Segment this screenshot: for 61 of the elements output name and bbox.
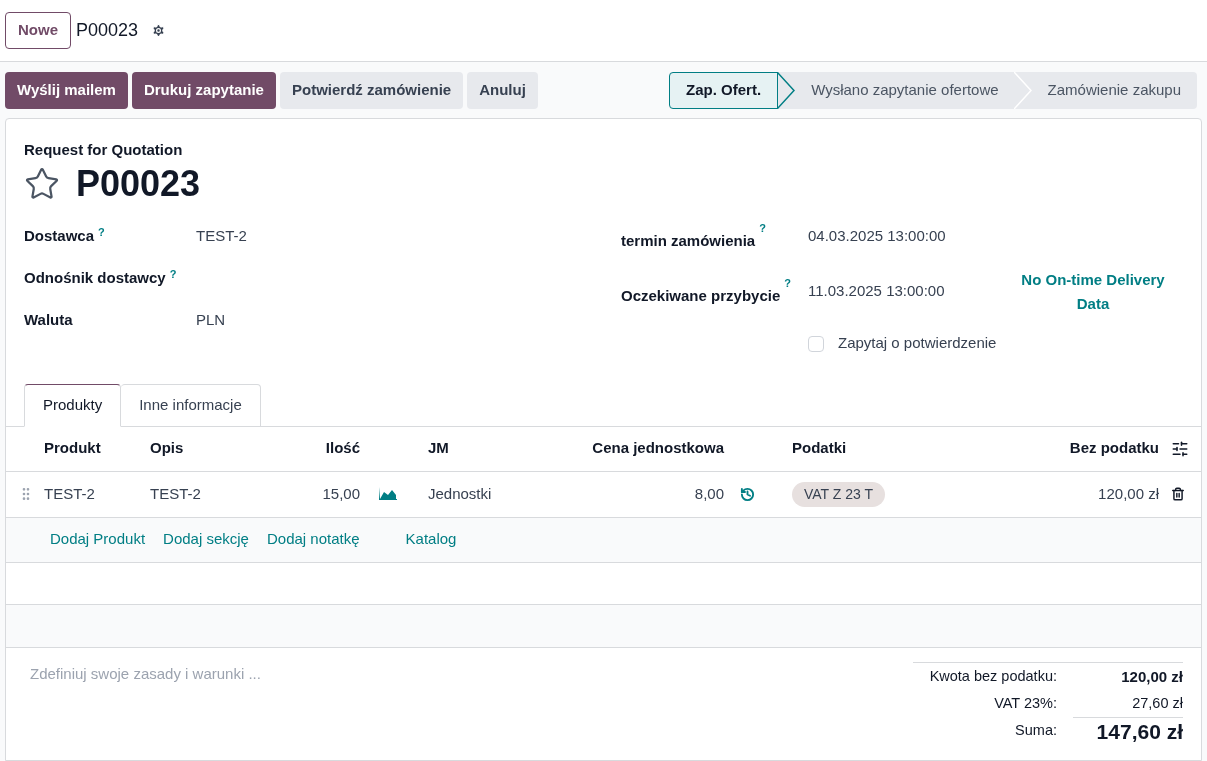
- chevron-separator-icon: [777, 71, 796, 109]
- field-value[interactable]: PLN: [196, 309, 226, 332]
- total-value: 27,60 zł: [1131, 694, 1183, 713]
- column-header[interactable]: Opis: [150, 437, 300, 460]
- field-label: Odnośnik dostawcy: [24, 269, 166, 287]
- field-label: termin zamówienia: [621, 230, 756, 251]
- form-title: P00023: [76, 161, 201, 206]
- delivery-info-link[interactable]: No On-time Delivery Data: [1008, 267, 1178, 316]
- delete-icon[interactable]: [1171, 487, 1185, 501]
- column-header[interactable]: Podatki: [780, 437, 1000, 460]
- table-cell-text: 15,00: [322, 483, 361, 504]
- checkbox-label: Zapytaj o potwierdzenie: [838, 333, 997, 354]
- help-tooltip-mark[interactable]: ?: [759, 222, 766, 234]
- field-value[interactable]: 04.03.2025 13:00:00: [808, 225, 988, 248]
- field-label: Oczekiwane przybycie: [621, 285, 781, 306]
- total-label: Kwota bez podatku:: [928, 666, 1058, 686]
- table-cell-text: Jednostki: [427, 483, 493, 504]
- add-line-link[interactable]: Katalog: [405, 528, 457, 551]
- form-subtitle: Request for Quotation: [24, 140, 184, 160]
- table-cell-text: 120,00 zł: [1098, 483, 1160, 504]
- total-label: Suma:: [1014, 721, 1058, 741]
- chevron-separator-icon: [1013, 71, 1032, 109]
- tax-tag[interactable]: VAT Z 23 T: [792, 481, 885, 507]
- field-value[interactable]: TEST-2: [196, 225, 247, 248]
- column-header[interactable]: Cena jednostkowa: [592, 437, 728, 460]
- terms-field[interactable]: Zdefiniuj swoje zasady i warunki ...: [30, 661, 530, 686]
- help-tooltip-mark[interactable]: ?: [98, 225, 105, 238]
- history-icon[interactable]: [740, 486, 755, 502]
- table-cell-text: 8,00: [694, 483, 725, 504]
- help-tooltip-mark[interactable]: ?: [784, 277, 791, 289]
- field-label: Waluta: [24, 311, 73, 329]
- add-line-link[interactable]: Dodaj Produkt: [50, 528, 146, 551]
- stage-step[interactable]: Zamówienie zakupu: [1031, 71, 1197, 109]
- action-button[interactable]: Wyślij mailem: [5, 71, 128, 109]
- new-button[interactable]: Nowe: [5, 12, 71, 49]
- field-label: Dostawca: [24, 227, 95, 245]
- total-label: VAT 23%:: [993, 694, 1058, 713]
- help-tooltip-mark[interactable]: ?: [169, 267, 177, 280]
- table-cell-text: TEST-2: [150, 483, 202, 504]
- column-settings-icon[interactable]: [1171, 439, 1189, 458]
- column-header[interactable]: Produkt: [44, 437, 150, 460]
- record-name: P00023: [76, 19, 139, 42]
- column-header[interactable]: Ilość: [325, 437, 364, 460]
- star-icon[interactable]: [24, 165, 60, 202]
- total-value: 120,00 zł: [1120, 666, 1183, 687]
- settings-icon[interactable]: [151, 23, 167, 38]
- add-line-link[interactable]: Dodaj sekcję: [163, 528, 249, 551]
- column-header[interactable]: Bez podatku: [1069, 437, 1163, 460]
- action-button[interactable]: Anuluj: [467, 71, 538, 109]
- stage-step[interactable]: Wysłano zapytanie ofertowe: [795, 71, 1015, 109]
- action-button[interactable]: Drukuj zapytanie: [131, 71, 276, 109]
- add-line-link[interactable]: Dodaj notatkę: [266, 528, 360, 551]
- stage-step[interactable]: Zap. Ofert.: [669, 71, 779, 109]
- tab[interactable]: Inne informacje: [121, 383, 261, 427]
- checkbox[interactable]: [808, 335, 824, 352]
- tab[interactable]: Produkty: [24, 383, 122, 427]
- table-cell-text: TEST-2: [44, 483, 96, 504]
- total-value: 147,60 zł: [1073, 716, 1183, 746]
- column-header[interactable]: JM: [420, 437, 560, 460]
- field-value[interactable]: 11.03.2025 13:00:00: [808, 280, 988, 303]
- action-button[interactable]: Potwierdź zamówienie: [279, 71, 464, 109]
